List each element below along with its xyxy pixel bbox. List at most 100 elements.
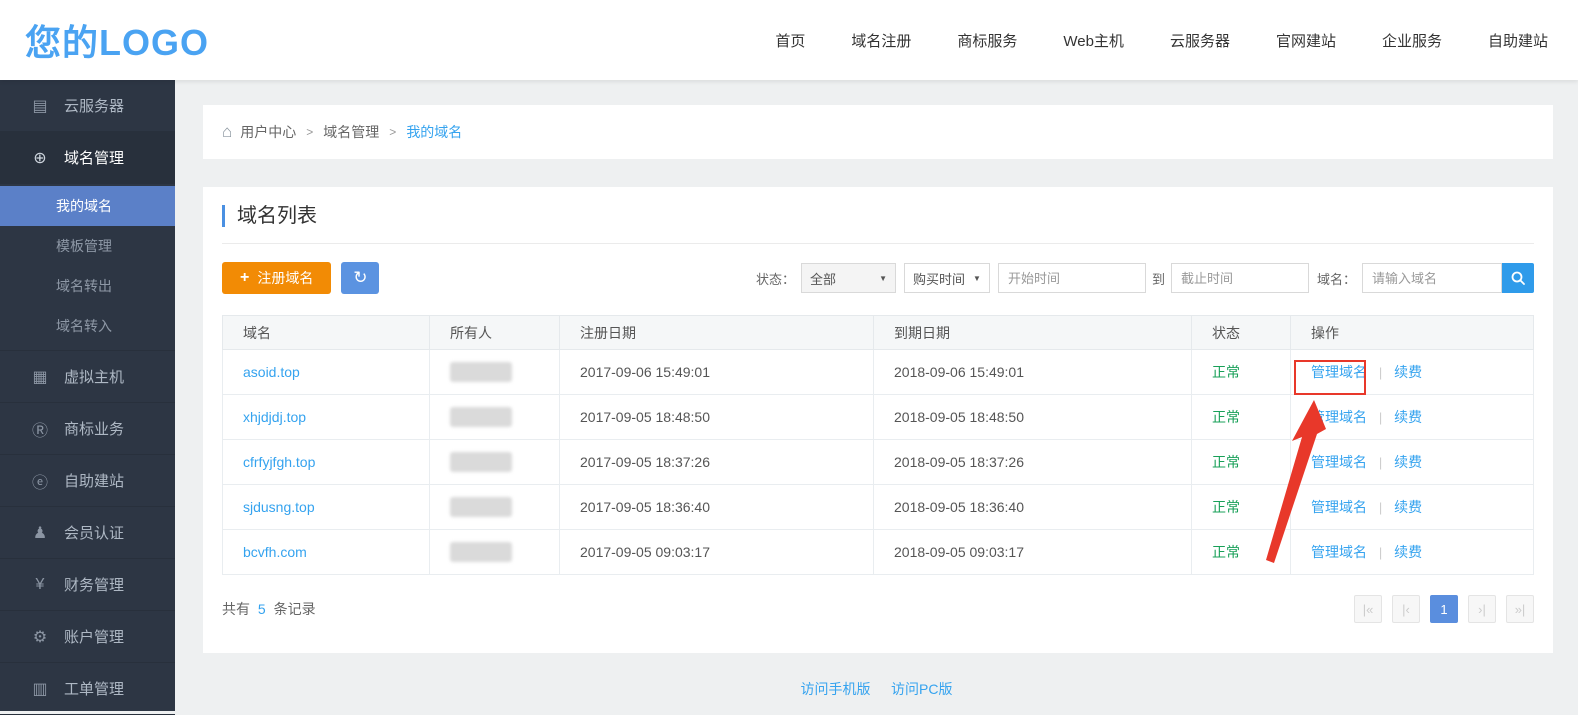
breadcrumb-separator: > [306, 125, 313, 139]
status-badge: 正常 [1212, 364, 1240, 380]
sidebar-item-trademark-business[interactable]: Ⓡ 商标业务 [0, 403, 175, 455]
chevron-down-icon: ▼ [973, 274, 981, 283]
nav-home[interactable]: 首页 [775, 30, 805, 51]
domain-link[interactable]: xhjdjdj.top [243, 409, 306, 425]
sidebar-item-label: 商标业务 [64, 418, 124, 439]
submenu-item-label: 模板管理 [56, 236, 112, 256]
host-icon: ▦ [30, 367, 50, 387]
prev-page-button[interactable]: |‹ [1392, 595, 1420, 623]
nav-trademark-service[interactable]: 商标服务 [957, 30, 1017, 51]
expires-date: 2018-09-05 18:37:26 [894, 454, 1024, 470]
renew-link[interactable]: 续费 [1394, 364, 1422, 380]
register-domain-button[interactable]: + 注册域名 [222, 262, 331, 294]
page-1-button[interactable]: 1 [1430, 595, 1458, 623]
pc-version-link[interactable]: 访问PC版 [891, 681, 952, 697]
status-badge: 正常 [1212, 409, 1240, 425]
action-separator: | [1379, 455, 1382, 470]
domain-search-input[interactable] [1362, 263, 1502, 293]
next-page-button[interactable]: ›| [1468, 595, 1496, 623]
submenu-item-my-domains[interactable]: 我的域名 [0, 186, 175, 226]
nav-self-service-site[interactable]: 自助建站 [1488, 30, 1548, 51]
col-header-actions: 操作 [1291, 316, 1534, 350]
member-icon: ♟ [30, 523, 50, 543]
gear-icon: ⚙ [30, 627, 50, 647]
table-header-row: 域名 所有人 注册日期 到期日期 状态 操作 [223, 316, 1534, 350]
nav-web-hosting[interactable]: Web主机 [1063, 30, 1124, 51]
submenu-item-domain-transfer-in[interactable]: 域名转入 [0, 306, 175, 346]
site-logo: 您的LOGO [25, 14, 209, 66]
sidebar-item-virtual-host[interactable]: ▦ 虚拟主机 [0, 351, 175, 403]
owner-redacted [450, 542, 512, 562]
domain-filter-label: 域名： [1317, 269, 1356, 288]
sidebar-item-cloud-server[interactable]: ▤ 云服务器 [0, 80, 175, 132]
home-icon: ⌂ [222, 122, 232, 142]
finance-icon: ¥ [30, 576, 50, 594]
registered-date: 2017-09-05 09:03:17 [580, 544, 710, 560]
sidebar-item-label: 云服务器 [64, 95, 124, 116]
sidebar-item-site-builder[interactable]: ⓔ 自助建站 [0, 455, 175, 507]
owner-redacted [450, 362, 512, 382]
toolbar: + 注册域名 ↻ 状态： 全部 ▼ 购买时间 ▼ [222, 262, 1534, 294]
status-badge: 正常 [1212, 544, 1240, 560]
col-header-expires: 到期日期 [874, 316, 1192, 350]
owner-redacted [450, 452, 512, 472]
nav-enterprise-service[interactable]: 企业服务 [1382, 30, 1442, 51]
renew-link[interactable]: 续费 [1394, 544, 1422, 560]
renew-link[interactable]: 续费 [1394, 499, 1422, 515]
sidebar-item-finance-management[interactable]: ¥ 财务管理 [0, 559, 175, 611]
domain-link[interactable]: sjdusng.top [243, 499, 315, 515]
col-header-status: 状态 [1192, 316, 1291, 350]
table-row: bcvfh.com 2017-09-05 09:03:17 2018-09-05… [223, 530, 1534, 575]
domain-link[interactable]: cfrfyjfgh.top [243, 454, 315, 470]
manage-domain-link[interactable]: 管理域名 [1311, 499, 1367, 515]
sidebar-item-member-verification[interactable]: ♟ 会员认证 [0, 507, 175, 559]
domain-table: 域名 所有人 注册日期 到期日期 状态 操作 asoid.top 2017-09… [222, 315, 1534, 575]
filter-bar: 状态： 全部 ▼ 购买时间 ▼ 到 域名： [756, 263, 1534, 293]
breadcrumb-my-domains: 我的域名 [406, 122, 462, 142]
registered-date: 2017-09-06 15:49:01 [580, 364, 710, 380]
nav-domain-register[interactable]: 域名注册 [851, 30, 911, 51]
summary-suffix: 条记录 [274, 601, 316, 617]
app-root: 您的LOGO 首页 域名注册 商标服务 Web主机 云服务器 官网建站 企业服务… [0, 0, 1578, 711]
action-separator: | [1379, 410, 1382, 425]
register-domain-label: 注册域名 [257, 268, 313, 288]
submenu-item-label: 域名转出 [56, 276, 112, 296]
time-type-select[interactable]: 购买时间 ▼ [904, 263, 990, 293]
first-page-button[interactable]: |« [1354, 595, 1382, 623]
manage-domain-link[interactable]: 管理域名 [1311, 364, 1367, 380]
sidebar-item-work-order[interactable]: ▥ 工单管理 [0, 663, 175, 715]
refresh-button[interactable]: ↻ [341, 262, 379, 294]
breadcrumb-user-center[interactable]: 用户中心 [240, 122, 296, 142]
end-date-input[interactable] [1171, 263, 1309, 293]
nav-cloud-server[interactable]: 云服务器 [1170, 30, 1230, 51]
submenu-item-domain-transfer-out[interactable]: 域名转出 [0, 266, 175, 306]
domain-link[interactable]: bcvfh.com [243, 544, 307, 560]
manage-domain-link[interactable]: 管理域名 [1311, 454, 1367, 470]
sidebar-item-account-management[interactable]: ⚙ 账户管理 [0, 611, 175, 663]
breadcrumb-domain-management[interactable]: 域名管理 [323, 122, 379, 142]
manage-domain-link[interactable]: 管理域名 [1311, 544, 1367, 560]
manage-domain-link[interactable]: 管理域名 [1311, 409, 1367, 425]
table-row: asoid.top 2017-09-06 15:49:01 2018-09-06… [223, 350, 1534, 395]
chevron-down-icon: ▼ [879, 274, 887, 283]
last-page-button[interactable]: »| [1506, 595, 1534, 623]
start-date-input[interactable] [998, 263, 1146, 293]
status-badge: 正常 [1212, 499, 1240, 515]
registered-date: 2017-09-05 18:36:40 [580, 499, 710, 515]
sidebar-item-domain-management[interactable]: ⊕ 域名管理 [0, 132, 175, 184]
builder-icon: ⓔ [30, 469, 50, 493]
submenu-item-label: 域名转入 [56, 316, 112, 336]
col-header-owner: 所有人 [430, 316, 560, 350]
table-footer: 共有 5 条记录 |« |‹ 1 ›| »| [222, 595, 1534, 623]
sidebar-item-label: 财务管理 [64, 574, 124, 595]
nav-website-building[interactable]: 官网建站 [1276, 30, 1336, 51]
search-button[interactable] [1502, 263, 1534, 293]
col-header-domain: 域名 [223, 316, 430, 350]
submenu-item-template-management[interactable]: 模板管理 [0, 226, 175, 266]
mobile-version-link[interactable]: 访问手机版 [801, 681, 871, 697]
domain-link[interactable]: asoid.top [243, 364, 300, 380]
renew-link[interactable]: 续费 [1394, 454, 1422, 470]
renew-link[interactable]: 续费 [1394, 409, 1422, 425]
status-select[interactable]: 全部 ▼ [801, 263, 896, 293]
expires-date: 2018-09-05 18:36:40 [894, 499, 1024, 515]
